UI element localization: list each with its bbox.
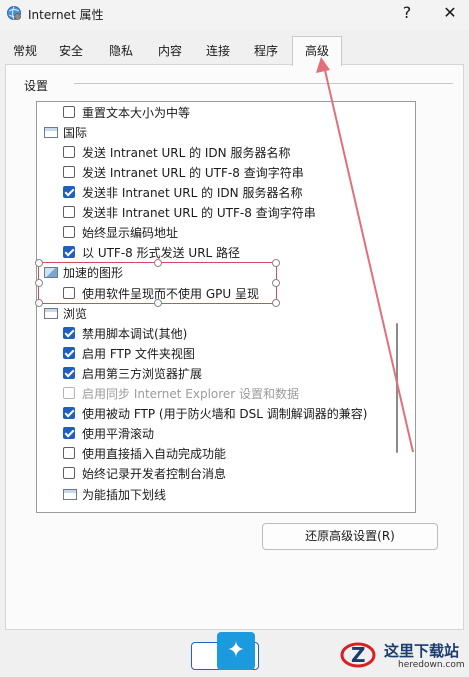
annotation-arrow <box>316 57 414 453</box>
svg-text:Z: Z <box>351 643 366 667</box>
watermark-title: 这里下载站 <box>384 642 460 660</box>
watermark-url: heredown.com <box>398 660 465 670</box>
watermark-logo-icon: Z <box>340 642 376 668</box>
twitter-bird-icon: ✦ <box>217 632 255 670</box>
